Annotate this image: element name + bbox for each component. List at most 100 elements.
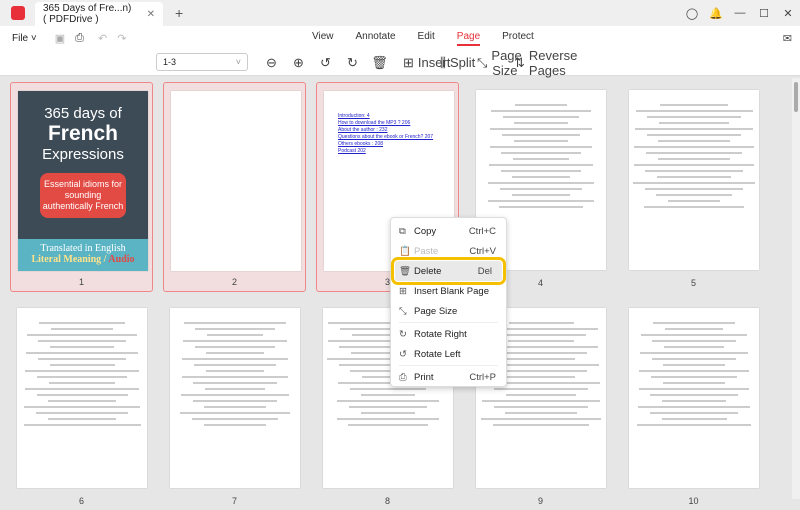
page-thumb-7[interactable]: 7 [163, 300, 306, 510]
bell-icon[interactable]: 🔔 [704, 7, 728, 20]
insert-button[interactable]: ⊞ Insert [403, 55, 450, 71]
print-icon[interactable]: ⎙ [75, 32, 84, 45]
page-thumb-10[interactable]: 10 [622, 300, 765, 510]
text-line [490, 128, 592, 130]
rotate-left-icon: ↺ [399, 348, 407, 360]
app-logo [11, 6, 25, 20]
maximize-icon[interactable]: ☐ [752, 7, 776, 20]
text-line [502, 134, 580, 136]
text-line [194, 364, 276, 366]
tab-protect[interactable]: Protect [502, 31, 534, 46]
text-line [193, 382, 277, 384]
menu-item-rotate-right[interactable]: ↻ Rotate Right [391, 324, 506, 344]
text-line [203, 424, 267, 426]
menu-item-label: Rotate Left [414, 348, 461, 360]
document-tab[interactable]: 365 Days of Fre...n) ( PDFDrive ) ✕ [35, 2, 163, 26]
text-line [659, 104, 729, 106]
text-line [507, 340, 575, 342]
text-line [634, 146, 754, 148]
menu-item-insert-blank-page[interactable]: ⊞ Insert Blank Page [391, 281, 506, 301]
text-line [500, 188, 582, 190]
text-line [640, 334, 748, 336]
tab-annotate[interactable]: Annotate [356, 31, 396, 46]
text-line [646, 134, 742, 136]
text-line [514, 122, 568, 124]
split-button[interactable]: ⫼ Split [440, 55, 475, 71]
text-line [194, 346, 276, 348]
menu-separator [399, 322, 498, 323]
page-thumb-5[interactable]: 5 [622, 82, 765, 292]
text-line [499, 206, 583, 208]
zoom-in-icon[interactable]: ⊕ [285, 55, 312, 71]
text-line [657, 158, 731, 160]
menu-item-paste[interactable]: 📋 Paste Ctrl+V [391, 241, 506, 261]
redo-icon[interactable]: ↷ [117, 32, 126, 45]
text-line [658, 140, 730, 142]
tab-page[interactable]: Page [456, 31, 481, 46]
mail-icon[interactable]: ✉ [783, 32, 792, 45]
menu-item-copy[interactable]: ⧉ Copy Ctrl+C [391, 221, 506, 241]
menu-item-delete[interactable]: 🗑 Delete Del [391, 257, 506, 285]
tab-edit[interactable]: Edit [418, 31, 435, 46]
text-line [652, 340, 736, 342]
file-menu[interactable]: File ˅ [12, 33, 37, 44]
close-tab-icon[interactable]: ✕ [147, 9, 155, 20]
text-line [505, 394, 577, 396]
text-line [182, 358, 288, 360]
close-window-icon[interactable]: ✕ [776, 7, 800, 20]
context-menu: ⧉ Copy Ctrl+C 📋 Paste Ctrl+V 🗑 Delete Del ⊞ Insert… [390, 217, 507, 387]
scrollbar[interactable] [792, 78, 800, 499]
menu-item-page-size[interactable]: ⤡ Page Size [391, 301, 506, 321]
text-line [513, 158, 569, 160]
page-thumb-2[interactable]: 2 [163, 82, 306, 292]
menu-item-print[interactable]: ⎙ Print Ctrl+P [391, 367, 506, 387]
page-size-button[interactable]: ⤡ Page Size [477, 48, 522, 78]
text-line [481, 418, 601, 420]
text-line [512, 176, 570, 178]
text-line [664, 346, 724, 348]
text-line [192, 400, 278, 402]
text-line [181, 376, 289, 378]
text-line [501, 152, 581, 154]
menu-item-shortcut: Ctrl+P [469, 371, 496, 383]
minimize-icon[interactable]: — [728, 7, 752, 19]
menu-item-label: Copy [414, 225, 437, 237]
text-line [494, 388, 588, 390]
text-line [37, 358, 127, 360]
text-line [35, 412, 129, 414]
page-thumb-1[interactable]: 365 days of French Expressions Essential i… [10, 82, 153, 292]
undo-icon[interactable]: ↶ [98, 32, 107, 45]
menu-item-label: Print [414, 371, 434, 383]
text-line [490, 110, 592, 112]
account-icon[interactable]: ◯ [680, 7, 704, 20]
text-line [36, 394, 128, 396]
text-line [661, 418, 727, 420]
text-line [638, 388, 750, 390]
text-line [26, 334, 138, 336]
rotate-right-icon[interactable]: ↻ [339, 55, 366, 71]
menu-item-rotate-left[interactable]: ↺ Rotate Left [391, 344, 506, 364]
save-icon[interactable]: ▣ [55, 32, 65, 45]
text-line [658, 122, 730, 124]
cover-page: 365 days of French Expressions Essential i… [18, 91, 148, 271]
new-tab-button[interactable]: + [175, 5, 183, 21]
tab-view[interactable]: View [312, 31, 334, 46]
menu-item-shortcut: Del [477, 265, 492, 277]
text-line [48, 400, 116, 402]
tab-title: 365 Days of Fre...n) ( PDFDrive ) [43, 3, 132, 25]
text-line [515, 104, 567, 106]
rotate-left-icon[interactable]: ↺ [312, 55, 339, 71]
menu-item-shortcut: Ctrl+C [468, 225, 496, 237]
text-line [662, 400, 726, 402]
delete-icon[interactable]: 🗑 [366, 55, 393, 71]
zoom-out-icon[interactable]: ⊖ [258, 55, 285, 71]
text-line [505, 412, 577, 414]
text-line [637, 424, 751, 426]
page-toolbar: 1-3 ˅ ⊖ ⊕ ↺ ↻ 🗑 ⊞ Insert ⫼ Split ⤡ Page S… [0, 48, 800, 78]
title-bar: 365 Days of Fre...n) ( PDFDrive ) ✕ + ◯ 🔔 —… [0, 0, 800, 26]
reverse-pages-button[interactable]: ⇅ Reverse Pages [514, 48, 577, 78]
page-thumb-6[interactable]: 6 [10, 300, 153, 510]
rotate-right-icon: ↻ [399, 328, 407, 340]
text-line [337, 400, 439, 402]
page-range-select[interactable]: 1-3 ˅ [156, 53, 248, 71]
